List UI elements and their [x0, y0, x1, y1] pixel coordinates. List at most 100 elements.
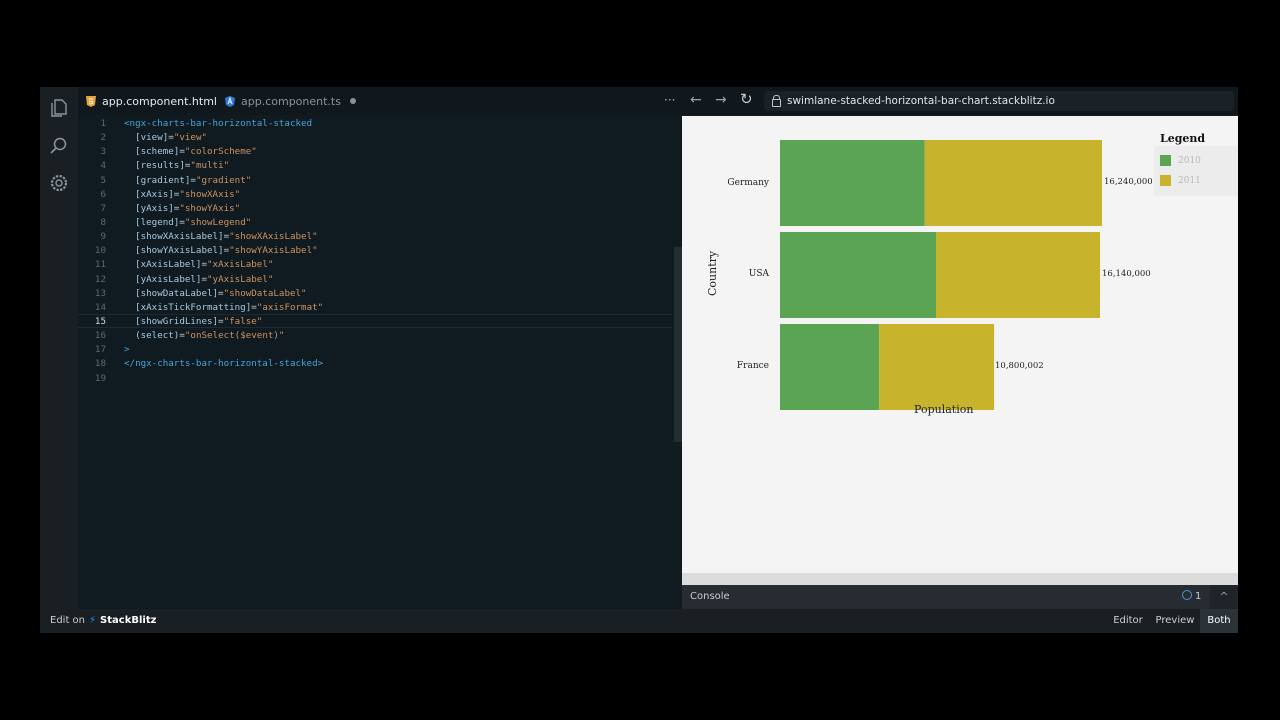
editor-scroll-thumb[interactable] — [674, 247, 682, 442]
search-icon[interactable] — [49, 136, 69, 156]
code-line[interactable]: 10 [showYAxisLabel]="showYAxisLabel" — [78, 244, 672, 258]
code-token: [view] — [124, 132, 169, 144]
code-line[interactable]: 15 [showGridLines]="false" — [78, 315, 672, 329]
code-token: "showYAxis" — [179, 202, 241, 214]
code-token: [showYAxisLabel] — [124, 245, 224, 257]
code-line[interactable]: 19 — [78, 372, 672, 386]
url-text: swimlane-stacked-horizontal-bar-chart.st… — [787, 95, 1055, 107]
lock-icon — [772, 95, 781, 107]
reload-icon[interactable]: ↻ — [740, 90, 753, 108]
url-bar[interactable]: swimlane-stacked-horizontal-bar-chart.st… — [764, 91, 1234, 111]
code-line[interactable]: 4 [results]="multi" — [78, 159, 672, 173]
console-label: Console — [690, 591, 730, 602]
code-text: [showYAxisLabel]="showYAxisLabel" — [124, 244, 318, 258]
bar-germany-2011[interactable] — [924, 140, 1102, 226]
code-text: [showXAxisLabel]="showXAxisLabel" — [124, 230, 318, 244]
data-label-germany: 16,240,000 — [1104, 177, 1153, 187]
forward-arrow-icon[interactable]: → — [715, 92, 727, 108]
legend-label: 2010 — [1178, 155, 1201, 166]
view-editor-button[interactable]: Editor — [1106, 609, 1150, 633]
html5-icon — [86, 95, 96, 107]
edit-on-label: Edit on — [50, 615, 85, 626]
bar-france-2011[interactable] — [879, 324, 995, 410]
code-line[interactable]: 7 [yAxis]="showYAxis" — [78, 202, 672, 216]
code-text: [results]="multi" — [124, 159, 229, 173]
console-bar[interactable]: Console 1 ^ — [682, 585, 1238, 609]
code-line[interactable]: 2 [view]="view" — [78, 131, 672, 145]
bar-germany-2010[interactable] — [780, 140, 925, 226]
legend-item-2010[interactable]: 2010 — [1160, 155, 1201, 166]
code-token: (select) — [124, 330, 180, 342]
code-text: > — [124, 343, 130, 357]
code-line[interactable]: 6 [xAxis]="showXAxis" — [78, 188, 672, 202]
more-actions-button[interactable]: ··· — [664, 93, 675, 107]
console-info-badge[interactable]: 1 — [1182, 590, 1201, 602]
preview-pane: ← → ↻ swimlane-stacked-horizontal-bar-ch… — [682, 87, 1238, 609]
code-token: [showGridLines] — [124, 315, 219, 327]
legend-title: Legend — [1160, 132, 1206, 145]
code-token: "xAxisLabel" — [207, 259, 274, 271]
code-lines[interactable]: 1 <ngx-charts-bar-horizontal-stacked 2 [vi… — [78, 117, 672, 386]
code-line[interactable]: 9 [showXAxisLabel]="showXAxisLabel" — [78, 230, 672, 244]
code-text: [showDataLabel]="showDataLabel" — [124, 287, 307, 301]
code-token: "axisFormat" — [256, 301, 324, 313]
line-number: 16 — [94, 330, 106, 342]
bar-usa-2010[interactable] — [780, 232, 936, 318]
code-line[interactable]: 14 [xAxisTickFormatting]="axisFormat" — [78, 301, 672, 315]
code-token: [yAxisLabel] — [124, 273, 202, 285]
code-editor: app.component.html app.component.ts ··· … — [78, 87, 682, 609]
bar-france-2010[interactable] — [780, 324, 880, 410]
x-axis-title: Population — [914, 403, 974, 416]
line-number: 13 — [94, 287, 106, 299]
code-line[interactable]: 13 [showDataLabel]="showDataLabel" — [78, 287, 672, 301]
chart-canvas: Legend 2010 2011 Germany USA France Popu… — [682, 116, 1238, 573]
code-token: [xAxisTickFormatting] — [124, 301, 252, 313]
line-number: 9 — [100, 231, 106, 243]
code-text: [scheme]="colorScheme" — [124, 145, 257, 159]
back-arrow-icon[interactable]: ← — [690, 92, 702, 108]
code-text: [xAxisLabel]="xAxisLabel" — [124, 258, 273, 272]
console-expand-chevron-icon[interactable]: ^ — [1210, 585, 1238, 609]
code-line[interactable]: 8 [legend]="showLegend" — [78, 216, 672, 230]
code-line[interactable]: 16 (select)="onSelect($event)" — [78, 329, 672, 343]
code-line[interactable]: 12 [yAxisLabel]="yAxisLabel" — [78, 273, 672, 287]
code-token: [gradient] — [124, 174, 191, 186]
edit-on-stackblitz-link[interactable]: Edit on ⚡ StackBlitz — [50, 615, 156, 626]
code-token: [xAxisLabel] — [124, 259, 202, 271]
line-number: 19 — [94, 372, 106, 384]
bar-usa-2011[interactable] — [936, 232, 1100, 318]
view-preview-button[interactable]: Preview — [1152, 609, 1198, 633]
code-token: "showYAxisLabel" — [229, 245, 318, 257]
code-line[interactable]: 1 <ngx-charts-bar-horizontal-stacked — [78, 117, 672, 131]
code-line[interactable]: 5 [gradient]="gradient" — [78, 174, 672, 188]
code-line[interactable]: 17 > — [78, 343, 672, 357]
stackblitz-window: app.component.html app.component.ts ··· … — [40, 87, 1238, 633]
line-number: 6 — [100, 188, 106, 200]
bolt-icon: ⚡ — [89, 615, 97, 626]
gear-icon[interactable] — [49, 173, 69, 193]
line-number: 17 — [94, 344, 106, 356]
angular-icon — [225, 95, 235, 107]
code-text: [gradient]="gradient" — [124, 174, 251, 188]
code-token: [xAxis] — [124, 188, 174, 200]
files-icon[interactable] — [49, 98, 69, 118]
code-text: [view]="view" — [124, 131, 207, 145]
tab-app-component-html[interactable]: app.component.html — [86, 87, 232, 115]
preview-horizontal-scrollbar[interactable] — [682, 573, 1238, 585]
category-label-germany: Germany — [727, 178, 769, 188]
browser-toolbar: ← → ↻ swimlane-stacked-horizontal-bar-ch… — [682, 87, 1238, 115]
line-number: 4 — [100, 160, 106, 172]
code-text: [legend]="showLegend" — [124, 216, 251, 230]
code-token: [showDataLabel] — [124, 287, 219, 299]
data-label-france: 10,800,002 — [995, 361, 1044, 371]
code-line[interactable]: 3 [scheme]="colorScheme" — [78, 145, 672, 159]
line-number: 10 — [94, 245, 106, 257]
view-both-button[interactable]: Both — [1200, 609, 1238, 633]
tab-app-component-ts[interactable]: app.component.ts — [225, 87, 356, 115]
line-number: 12 — [94, 273, 106, 285]
legend-item-2011[interactable]: 2011 — [1160, 175, 1201, 186]
legend-panel — [1154, 146, 1238, 196]
code-line[interactable]: 11 [xAxisLabel]="xAxisLabel" — [78, 258, 672, 272]
code-line[interactable]: 18 </ngx-charts-bar-horizontal-stacked> — [78, 357, 672, 371]
tab-label: app.component.html — [102, 94, 217, 108]
